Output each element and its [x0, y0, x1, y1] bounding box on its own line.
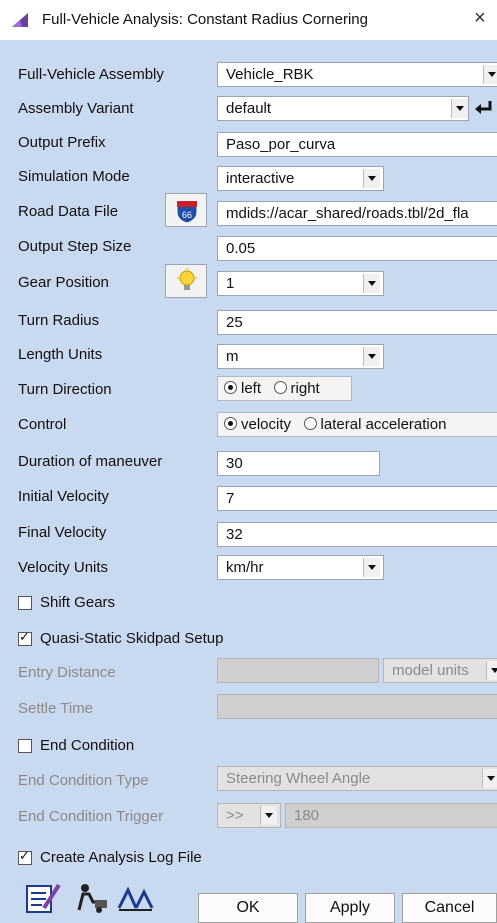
road-file-input[interactable]: mdids://acar_shared/roads.tbl/2d_fla [217, 201, 497, 226]
settle-time-input[interactable] [217, 694, 497, 719]
title-bar: Full-Vehicle Analysis: Constant Radius C… [0, 0, 497, 40]
enter-icon[interactable] [474, 98, 494, 118]
turn-direction-group: left right [217, 376, 352, 401]
radio-right[interactable] [273, 381, 287, 394]
control-group: velocity lateral acceleration [217, 412, 497, 437]
end-type-value: Steering Wheel Angle [226, 770, 371, 787]
skidpad-box[interactable] [18, 629, 32, 646]
turn-radius-label: Turn Radius [18, 312, 100, 329]
final-velocity-label: Final Velocity [18, 524, 107, 541]
ok-button[interactable]: OK [198, 893, 298, 923]
radio-left-label: left [241, 380, 262, 397]
end-trigger-input[interactable]: 180 [285, 803, 497, 828]
gear-select[interactable]: 1 [217, 271, 384, 296]
variant-select[interactable]: default [217, 96, 469, 121]
length-units-select[interactable]: m [217, 344, 384, 369]
duration-input[interactable]: 30 [217, 451, 380, 476]
turn-radius-input[interactable]: 25 [217, 310, 497, 335]
radio-lateral[interactable] [303, 417, 317, 430]
sim-mode-label: Simulation Mode [18, 168, 130, 185]
gear-value: 1 [226, 275, 235, 292]
velocity-units-select[interactable]: km/hr [217, 555, 384, 580]
radio-right-label: right [290, 380, 320, 397]
app-icon [12, 13, 28, 27]
final-velocity-input[interactable]: 32 [217, 522, 497, 547]
skidpad-checkbox[interactable]: Quasi-Static Skidpad Setup [18, 629, 224, 647]
end-type-label: End Condition Type [18, 772, 149, 789]
length-units-label: Length Units [18, 346, 103, 363]
entry-units-value: model units [392, 662, 469, 679]
shift-gears-box[interactable] [18, 595, 32, 610]
initial-velocity-input[interactable]: 7 [217, 486, 497, 511]
settle-time-label: Settle Time [18, 700, 94, 717]
vehicle-setup-icon[interactable] [73, 880, 111, 916]
sim-mode-select[interactable]: interactive [217, 166, 384, 191]
output-prefix-input[interactable]: Paso_por_curva [217, 132, 497, 157]
radio-left[interactable] [224, 381, 237, 394]
road-shield-icon: 66 [176, 200, 198, 224]
end-trigger-operator-value: >> [226, 807, 244, 824]
end-condition-box[interactable] [18, 738, 32, 753]
radio-velocity-label: velocity [241, 416, 292, 433]
svg-text:66: 66 [182, 210, 192, 220]
log-file-label: Create Analysis Log File [40, 849, 202, 866]
control-label: Control [18, 416, 67, 433]
radio-lateral-label: lateral acceleration [320, 416, 447, 433]
skidpad-label: Quasi-Static Skidpad Setup [40, 630, 224, 647]
chevron-down-icon[interactable] [451, 99, 468, 118]
end-trigger-label: End Condition Trigger [18, 808, 164, 825]
chevron-down-icon[interactable] [482, 769, 497, 788]
chevron-down-icon[interactable] [483, 65, 497, 84]
output-prefix-label: Output Prefix [18, 134, 106, 151]
variant-value: default [226, 100, 272, 117]
step-size-input[interactable]: 0.05 [217, 236, 497, 261]
chevron-down-icon[interactable] [363, 558, 380, 577]
assembly-select[interactable]: Vehicle_RBK [217, 62, 497, 87]
velocity-units-label: Velocity Units [18, 559, 109, 576]
log-file-box[interactable] [18, 848, 32, 865]
chevron-down-icon[interactable] [486, 661, 497, 680]
shift-gears-label: Shift Gears [40, 594, 116, 611]
log-file-checkbox[interactable]: Create Analysis Log File [18, 848, 202, 866]
radio-velocity[interactable] [224, 417, 237, 430]
lightbulb-icon [177, 268, 197, 290]
entry-distance-label: Entry Distance [18, 664, 116, 681]
road-tool-icon[interactable] [116, 880, 154, 916]
length-units-value: m [226, 348, 239, 365]
entry-distance-input[interactable] [217, 658, 379, 683]
entry-units-select[interactable]: model units [383, 658, 497, 683]
road-file-label: Road Data File [18, 203, 119, 220]
initial-velocity-label: Initial Velocity [18, 488, 109, 505]
assembly-value: Vehicle_RBK [226, 66, 314, 83]
road-browse-button[interactable]: 66 [165, 193, 207, 227]
chevron-down-icon[interactable] [363, 169, 380, 188]
gear-label: Gear Position [18, 274, 109, 291]
shift-gears-checkbox[interactable]: Shift Gears [18, 594, 115, 611]
variant-label: Assembly Variant [18, 100, 134, 117]
edit-notes-icon[interactable] [24, 880, 62, 916]
sim-mode-value: interactive [226, 170, 295, 187]
chevron-down-icon[interactable] [260, 806, 277, 825]
end-condition-checkbox[interactable]: End Condition [18, 737, 134, 754]
chevron-down-icon[interactable] [363, 347, 380, 366]
apply-button[interactable]: Apply [305, 893, 395, 923]
gear-info-button[interactable] [165, 264, 207, 298]
end-type-select[interactable]: Steering Wheel Angle [217, 766, 497, 791]
velocity-units-value: km/hr [226, 559, 264, 576]
assembly-label: Full-Vehicle Assembly [18, 66, 164, 83]
duration-label: Duration of maneuver [18, 453, 163, 470]
end-condition-label: End Condition [40, 737, 135, 754]
close-icon[interactable]: × [474, 7, 486, 30]
step-size-label: Output Step Size [18, 238, 132, 255]
window-title: Full-Vehicle Analysis: Constant Radius C… [42, 11, 368, 28]
cancel-button[interactable]: Cancel [402, 893, 497, 923]
chevron-down-icon[interactable] [363, 274, 380, 293]
turn-direction-label: Turn Direction [18, 381, 112, 398]
end-trigger-operator[interactable]: >> [217, 803, 281, 828]
